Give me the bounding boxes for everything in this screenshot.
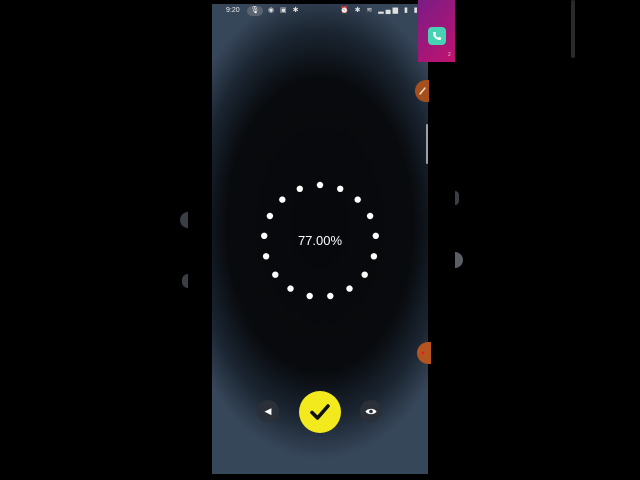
background-ghost-left-lower bbox=[182, 274, 188, 288]
phone-screen: 9:20 🎙 ◉ ▣ ✱ ⏰ ✱ ≋ ▂▄▆ ▮ ▮ 77.00% ◀ bbox=[212, 4, 428, 474]
page-scrollbar[interactable] bbox=[571, 0, 575, 58]
scroll-handle[interactable] bbox=[426, 124, 428, 164]
checkmark-icon bbox=[310, 404, 330, 420]
spinner-dot bbox=[346, 285, 353, 292]
spinner-dot bbox=[316, 181, 324, 189]
pencil-icon bbox=[419, 87, 426, 95]
spinner-dot bbox=[366, 212, 374, 220]
spinner-dot bbox=[370, 253, 378, 260]
call-count-badge: 2 bbox=[448, 52, 451, 58]
phone-handset-icon bbox=[433, 32, 441, 40]
background-ghost-left bbox=[180, 212, 188, 228]
eye-icon bbox=[365, 408, 377, 414]
screen: 9:20 🎙 ◉ ▣ ✱ ⏰ ✱ ≋ ▂▄▆ ▮ ▮ 77.00% ◀ 2 bbox=[0, 0, 640, 480]
background-ghost-right bbox=[455, 191, 459, 205]
phone-call-icon[interactable] bbox=[428, 27, 446, 45]
record-dot-icon bbox=[421, 351, 425, 355]
confirm-button[interactable] bbox=[299, 391, 341, 433]
spinner-dot bbox=[306, 292, 313, 300]
spinner-dot bbox=[279, 196, 286, 203]
back-arrow-icon: ◀ bbox=[264, 406, 272, 416]
spinner-dot bbox=[372, 232, 379, 239]
edge-bubble-record[interactable] bbox=[417, 342, 431, 364]
back-button[interactable]: ◀ bbox=[257, 400, 279, 422]
spinner-dot bbox=[272, 271, 279, 278]
spinner-dot bbox=[354, 196, 361, 203]
floating-call-panel[interactable]: 2 bbox=[418, 0, 455, 62]
spinner-dot bbox=[266, 212, 274, 220]
spinner-dot bbox=[296, 185, 303, 192]
spinner-dot bbox=[287, 285, 294, 292]
spinner-dot bbox=[361, 271, 368, 278]
background-ghost-right-lower bbox=[455, 252, 463, 268]
spinner-dot bbox=[327, 292, 334, 300]
spinner-dot bbox=[261, 232, 268, 239]
edge-bubble-edit[interactable] bbox=[415, 80, 429, 102]
spinner-dot bbox=[337, 185, 344, 192]
progress-percentage: 77.00% bbox=[297, 233, 343, 248]
spinner-dot bbox=[262, 253, 270, 260]
preview-button[interactable] bbox=[360, 400, 382, 422]
